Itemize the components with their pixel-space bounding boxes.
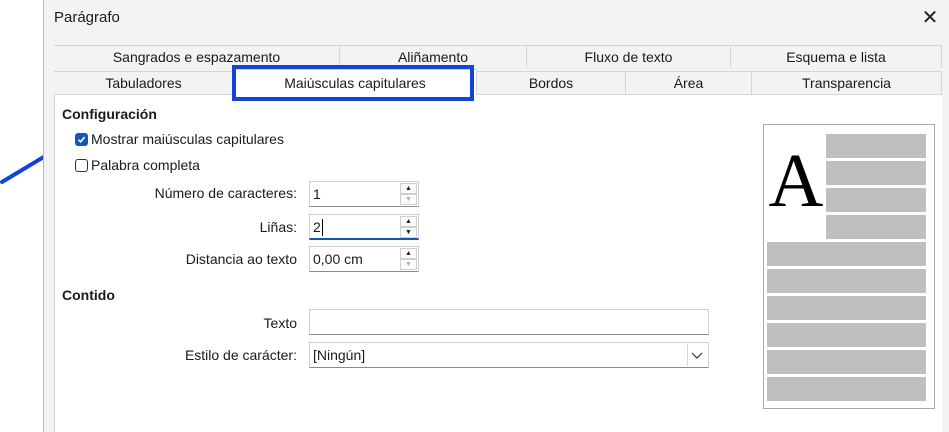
- lines-label: Liñas:: [259, 219, 297, 235]
- dropcap-preview: A: [763, 124, 935, 409]
- text-input[interactable]: [309, 309, 709, 335]
- num-chars-increment[interactable]: ▲: [400, 183, 417, 194]
- distance-value: 0,00 cm: [313, 251, 363, 267]
- close-icon: ✕: [921, 7, 939, 29]
- preview-line: [767, 242, 926, 266]
- tab-area[interactable]: Área: [626, 71, 752, 94]
- char-style-select[interactable]: [Ningún]: [309, 342, 709, 368]
- num-chars-decrement[interactable]: ▼: [400, 194, 417, 205]
- char-style-value: [Ningún]: [313, 347, 366, 363]
- dialog-title: Parágrafo: [54, 9, 120, 26]
- close-button[interactable]: ✕: [916, 4, 944, 32]
- dropdown-button[interactable]: [687, 344, 707, 366]
- preview-line: [826, 134, 926, 158]
- contents-section-title: Contido: [62, 287, 115, 303]
- preview-line: [767, 269, 926, 293]
- distance-increment[interactable]: ▲: [400, 248, 417, 259]
- settings-section-title: Configuración: [62, 106, 157, 122]
- char-style-label: Estilo de carácter:: [184, 347, 297, 363]
- tab-text-flow[interactable]: Fluxo de texto: [527, 45, 731, 68]
- lines-value: 2: [313, 219, 321, 235]
- lines-decrement[interactable]: ▼: [400, 227, 417, 238]
- tab-drop-caps[interactable]: Maiúsculas capitulares: [234, 69, 477, 95]
- preview-line: [826, 161, 926, 185]
- preview-line: [767, 296, 926, 320]
- preview-line: [826, 215, 926, 239]
- lines-increment[interactable]: ▲: [400, 216, 417, 227]
- lines-stepper[interactable]: 2 ▲ ▼: [309, 214, 419, 240]
- preview-line: [826, 188, 926, 212]
- title-bar: Parágrafo ✕: [44, 0, 949, 36]
- whole-word-label: Palabra completa: [91, 157, 200, 173]
- text-label: Texto: [263, 315, 297, 331]
- chevron-down-icon: [691, 352, 703, 359]
- tab-indents-spacing[interactable]: Sangrados e espazamento: [54, 45, 340, 68]
- tab-transparency[interactable]: Transparencia: [752, 71, 942, 94]
- text-caret: [322, 219, 323, 236]
- show-dropcaps-label: Mostrar maiúsculas capitulares: [91, 131, 284, 147]
- distance-stepper[interactable]: 0,00 cm ▲ ▼: [309, 246, 419, 272]
- tab-tabs[interactable]: Tabuladores: [54, 71, 234, 94]
- distance-decrement[interactable]: ▼: [400, 259, 417, 270]
- show-dropcaps-checkbox[interactable]: [75, 133, 88, 146]
- num-chars-label: Número de caracteres:: [154, 185, 297, 201]
- preview-line: [767, 323, 926, 347]
- preview-line: [767, 350, 926, 374]
- preview-line: [767, 377, 926, 401]
- tab-alignment[interactable]: Aliñamento: [340, 45, 527, 68]
- preview-dropcap-letter: A: [768, 139, 824, 223]
- num-chars-value: 1: [313, 186, 321, 202]
- distance-label: Distancia ao texto: [185, 251, 297, 267]
- whole-word-checkbox[interactable]: [75, 159, 88, 172]
- tab-bordos[interactable]: Bordos: [477, 71, 626, 94]
- tab-outline-list[interactable]: Esquema e lista: [731, 45, 942, 68]
- num-chars-stepper[interactable]: 1 ▲ ▼: [309, 181, 419, 207]
- checkmark-icon: [77, 136, 86, 143]
